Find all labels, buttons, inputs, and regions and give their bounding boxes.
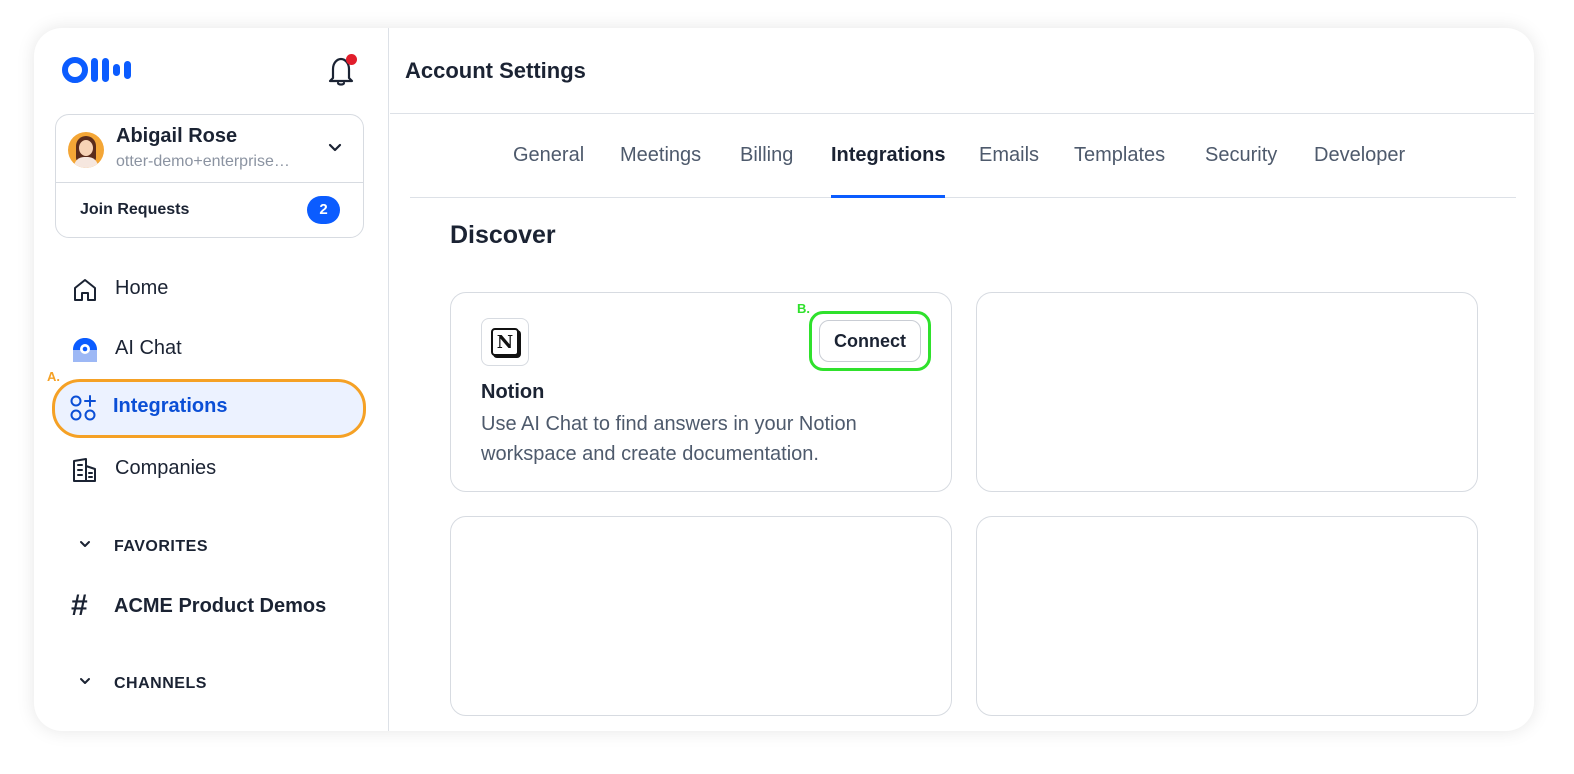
account-switcher[interactable]: Abigail Rose otter-demo+enterprise@otter… [56, 115, 363, 183]
sidebar-item-home[interactable]: Home [55, 261, 366, 317]
tab-security[interactable]: Security [1205, 144, 1277, 198]
channels-label: CHANNELS [114, 675, 207, 692]
page-title: Account Settings [405, 58, 586, 83]
app-window: Abigail Rose otter-demo+enterprise@otter… [34, 28, 1534, 731]
tab-general[interactable]: General [513, 144, 584, 198]
hashtag-icon: # [71, 589, 88, 622]
integrations-icon [69, 394, 97, 422]
annotation-b: B. [797, 301, 810, 316]
sidebar-item-ai-chat[interactable]: AI Chat [55, 321, 366, 377]
settings-tabs: General Meetings Billing Integrations Em… [410, 124, 1516, 198]
card-description: Use AI Chat to find answers in your Noti… [481, 413, 857, 465]
tab-emails[interactable]: Emails [979, 144, 1039, 198]
chevron-down-icon[interactable] [327, 141, 343, 159]
sidebar-item-integrations[interactable]: Integrations [52, 379, 366, 438]
favorites-label: FAVORITES [114, 538, 208, 555]
companies-icon [71, 456, 99, 484]
page-header: Account Settings [390, 28, 1534, 114]
integration-card-placeholder [976, 292, 1478, 492]
home-icon [71, 276, 99, 304]
tab-developer[interactable]: Developer [1314, 144, 1405, 198]
section-title: Discover [450, 221, 556, 249]
channel-label: ACME Product Demos [114, 595, 327, 617]
main-content: Account Settings General Meetings Billin… [390, 28, 1534, 731]
chevron-down-icon [78, 675, 92, 694]
sidebar-item-label: Home [115, 277, 169, 299]
notion-logo-icon: N [481, 318, 529, 366]
join-requests-label: Join Requests [80, 201, 190, 218]
card-title: Notion [481, 381, 545, 403]
sidebar-item-label: Companies [115, 457, 217, 479]
favorite-channel-acme-product-demos[interactable]: # ACME Product Demos [71, 591, 371, 621]
integration-card-placeholder [976, 516, 1478, 716]
chevron-down-icon [78, 538, 92, 557]
sidebar: Abigail Rose otter-demo+enterprise@otter… [34, 28, 389, 731]
ai-chat-icon [71, 336, 99, 364]
user-email: otter-demo+enterprise@otter.ai [116, 153, 306, 170]
tab-templates[interactable]: Templates [1074, 144, 1165, 198]
join-requests-item[interactable]: Join Requests 2 [56, 183, 363, 237]
annotation-a: A. [47, 369, 60, 384]
notion-logo-letter: N [491, 328, 519, 356]
user-account-card: Abigail Rose otter-demo+enterprise@otter… [55, 114, 364, 238]
tab-integrations[interactable]: Integrations [831, 144, 946, 198]
avatar [68, 132, 104, 168]
tab-billing[interactable]: Billing [740, 144, 793, 198]
join-requests-count-badge: 2 [307, 196, 340, 224]
sidebar-item-companies[interactable]: Companies [55, 441, 366, 497]
otter-logo[interactable] [62, 56, 134, 89]
user-name: Abigail Rose [116, 125, 238, 147]
tab-meetings[interactable]: Meetings [620, 144, 701, 198]
sidebar-item-label: Integrations [113, 395, 228, 417]
notification-dot [346, 54, 357, 65]
integration-card-placeholder [450, 516, 952, 716]
integration-card-notion: N B. Connect Notion Use AI Chat to find … [450, 292, 952, 492]
connect-button[interactable]: Connect [819, 320, 921, 362]
notifications-bell-icon[interactable] [327, 54, 357, 86]
sidebar-item-label: AI Chat [115, 337, 182, 359]
